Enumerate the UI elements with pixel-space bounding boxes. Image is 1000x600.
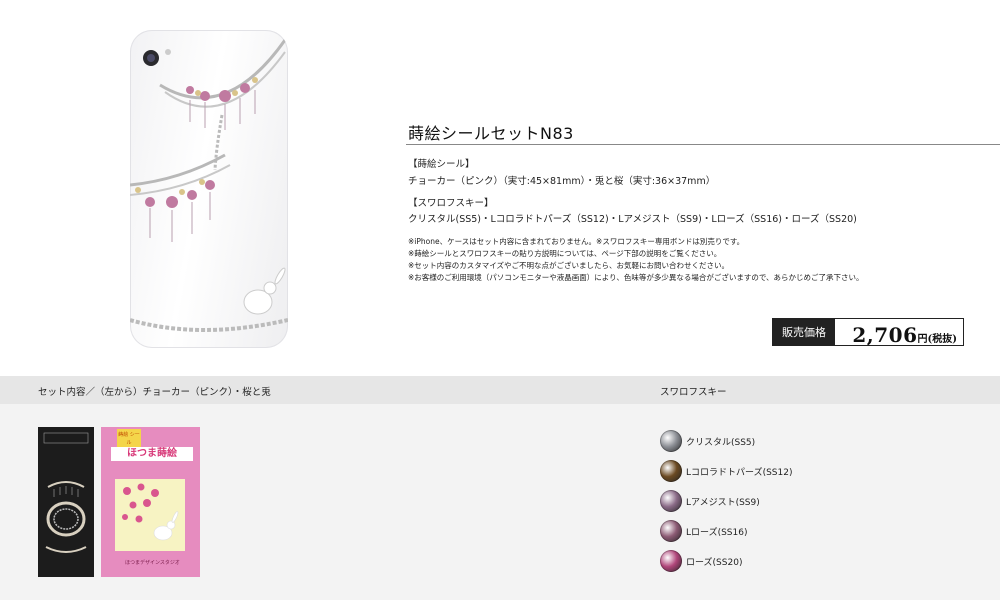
note-line: ※蒔絵シールとスワロフスキーの貼り方説明については、ページ下部の説明をご覧くださ… bbox=[408, 249, 722, 258]
gem-label: Lコロラドトパーズ(SS12) bbox=[686, 467, 793, 478]
list-item: ローズ(SS20) bbox=[660, 546, 792, 576]
choker-sticker-package bbox=[38, 427, 94, 577]
list-item: Lコロラドトパーズ(SS12) bbox=[660, 456, 792, 486]
swarovski-list: クリスタル(SS5) Lコロラドトパーズ(SS12) Lアメジスト(SS9) L… bbox=[660, 426, 792, 576]
price-unit: 円(税抜) bbox=[917, 334, 957, 345]
title-divider bbox=[406, 144, 1000, 145]
note-line: ※iPhone、ケースはセット内容に含まれておりません。※スワロフスキー専用ボン… bbox=[408, 237, 745, 246]
price-label: 販売価格 bbox=[773, 319, 835, 345]
choker-decoration bbox=[130, 39, 288, 332]
list-item: クリスタル(SS5) bbox=[660, 426, 792, 456]
product-title: 蒔絵シールセットN83 bbox=[408, 124, 574, 143]
list-item: Lローズ(SS16) bbox=[660, 516, 792, 546]
amethyst-gem-icon bbox=[660, 490, 682, 512]
sticker-sheet bbox=[115, 479, 185, 551]
list-item: Lアメジスト(SS9) bbox=[660, 486, 792, 516]
rose-gem-icon bbox=[660, 550, 682, 572]
set-contents-header: セット内容／（左から）チョーカー（ピンク）・桜と兎 bbox=[38, 387, 271, 398]
price-value: 2,706 円(税抜) bbox=[835, 319, 963, 347]
gem-label: Lローズ(SS16) bbox=[686, 527, 748, 538]
swarovski-description: クリスタル(SS5)・Lコロラドトパーズ（SS12)・Lアメジスト（SS9)・L… bbox=[408, 214, 857, 225]
package-name: ほつま蒔絵 bbox=[111, 447, 193, 461]
note-line: ※セット内容のカスタマイズやご不明な点がございましたら、お気軽にお問い合わせくだ… bbox=[408, 261, 730, 270]
swarovski-label: 【スワロフスキー】 bbox=[408, 198, 494, 209]
light-rose-gem-icon bbox=[660, 520, 682, 542]
gem-label: ローズ(SS20) bbox=[686, 557, 743, 568]
gem-label: Lアメジスト(SS9) bbox=[686, 497, 760, 508]
price-amount: 2,706 bbox=[852, 323, 918, 347]
seal-label: 【蒔絵シール】 bbox=[408, 159, 475, 170]
price-box: 販売価格 2,706 円(税抜) bbox=[772, 318, 964, 347]
swarovski-header: スワロフスキー bbox=[660, 387, 727, 398]
crystal-gem-icon bbox=[660, 430, 682, 452]
rabbit-sakura-package: 蒔絵 シール ほつま蒔絵 ほつまデザインスタジオ bbox=[101, 427, 200, 577]
sakura-rabbit-icon bbox=[122, 483, 179, 541]
note-line: ※お客様のご利用環境（パソコンモニターや液晶画面）により、色味等が多少異なる場合… bbox=[408, 273, 864, 282]
product-phone-image bbox=[130, 30, 288, 348]
topaz-gem-icon bbox=[660, 460, 682, 482]
seal-description: チョーカー（ピンク）（実寸:45×81mm）・兎と桜（実寸:36×37mm） bbox=[408, 176, 716, 187]
gem-label: クリスタル(SS5) bbox=[686, 437, 756, 448]
notes: ※iPhone、ケースはセット内容に含まれておりません。※スワロフスキー専用ボン… bbox=[408, 236, 864, 284]
choker-sticker-art bbox=[43, 432, 89, 553]
package-footer: ほつまデザインスタジオ bbox=[125, 560, 180, 566]
